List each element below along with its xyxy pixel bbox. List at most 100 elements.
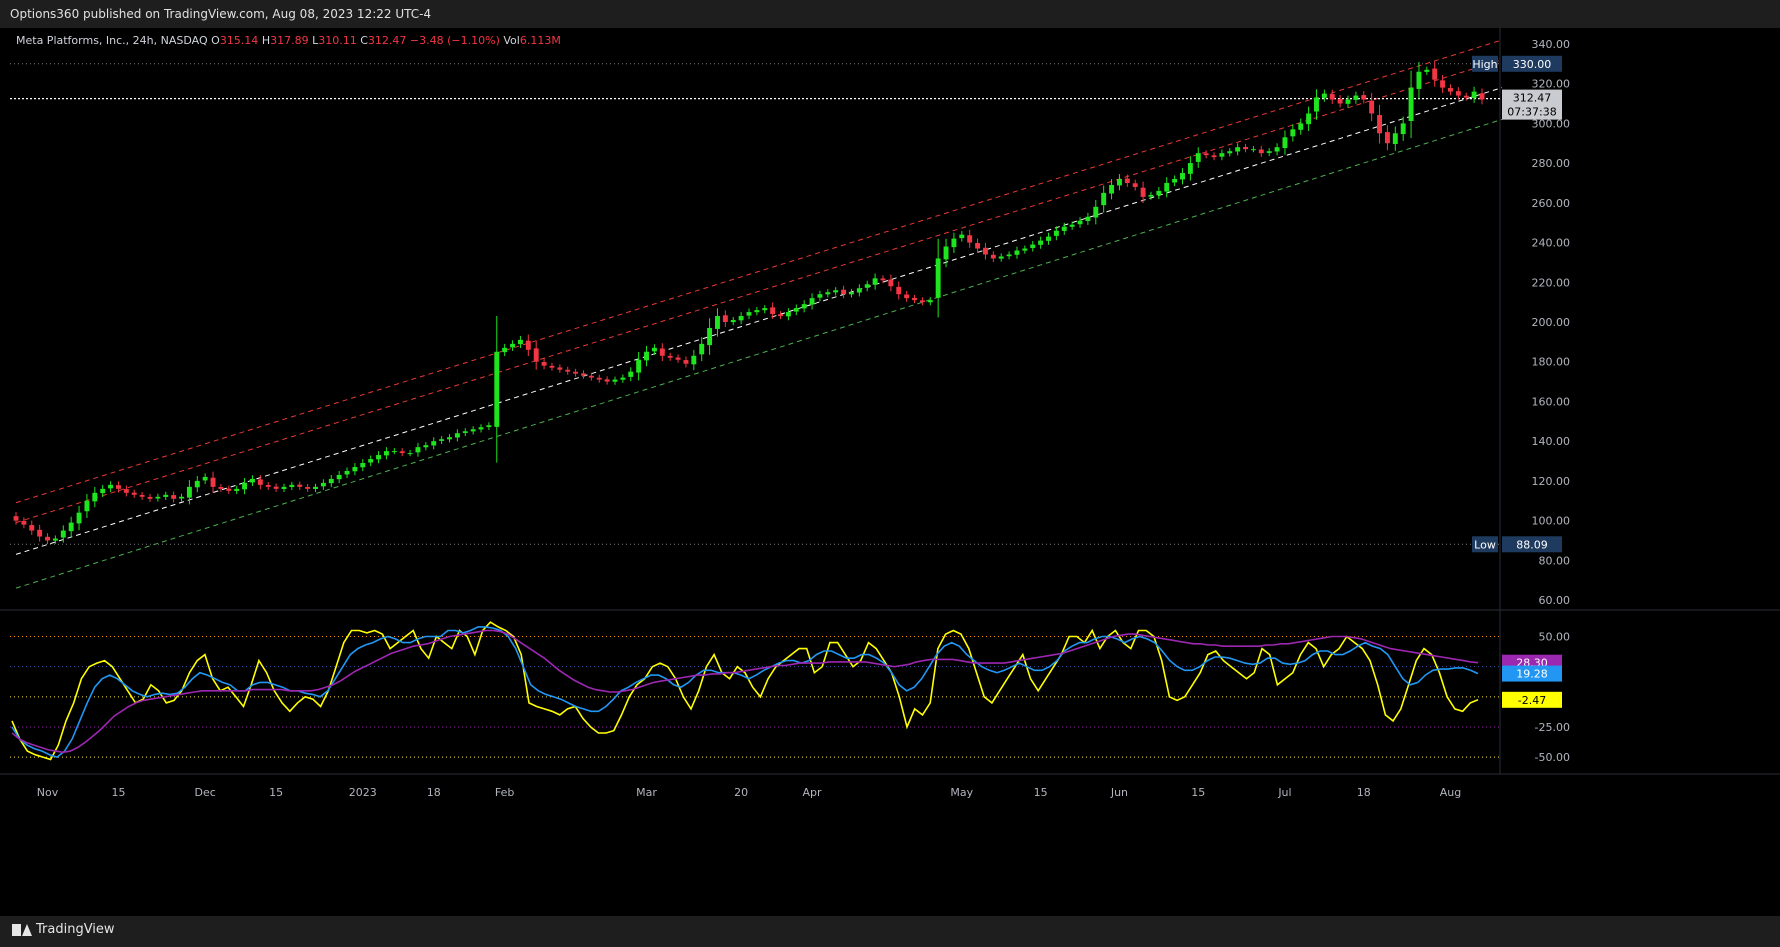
candle [683,356,689,368]
candle-body [1274,147,1280,152]
candle [289,481,295,491]
candle [76,505,82,531]
candle-body [423,445,429,448]
candle [612,376,618,385]
candle [699,337,705,362]
candle-body [754,310,760,313]
candle-body [778,314,783,317]
candle [399,448,405,457]
candle-body [186,486,192,498]
candle [249,475,255,486]
candle [1258,145,1264,157]
candle-body [60,530,66,538]
candle-body [13,516,19,521]
candle [1219,149,1225,161]
candle [1400,116,1406,141]
candle [376,451,382,464]
candle [967,229,973,248]
candle [975,238,981,253]
candle [919,297,925,306]
candle [1298,118,1304,135]
candle-body [1448,87,1453,92]
channel-line-red-upper [15,39,1503,504]
candle [1432,61,1438,87]
high-marker-value: 330.00 [1513,58,1552,71]
price-tick-label: 180.00 [1532,356,1571,369]
candle-body [935,258,941,298]
candle-body [281,486,287,490]
time-axis[interactable]: Nov 15 Dec 15 2023 18 Feb Mar 20 Apr May 15 Jun 15 Jul… [0,773,1780,799]
candle [1101,185,1107,213]
candle-body [1069,224,1075,227]
candle-body [454,433,460,438]
candle-body [896,286,902,295]
candle-body [1109,184,1115,194]
price-tick-label: 260.00 [1532,197,1571,210]
oscillator-pane[interactable]: 50.00-25.00-50.0028.3019.28-2.47 [10,621,1570,764]
candle [628,367,634,382]
price-chart-canvas[interactable]: 340.00320.00300.00280.00260.00240.00220.… [0,28,1780,916]
time-tick-label: 18 [427,786,441,799]
candle-body [801,304,807,309]
candle-body [943,246,949,260]
candle-body [880,278,886,281]
candle-body [249,478,255,483]
candle-body [951,238,957,248]
price-tick-label: 340.00 [1532,38,1571,51]
candle-body [1298,123,1304,130]
candle [951,232,957,254]
candle [715,308,720,337]
candle [1448,84,1453,96]
candle [1227,148,1233,157]
candle-body [1353,95,1359,100]
candle [581,370,586,379]
candle-body [68,522,74,532]
published-text: Options360 published on TradingView.com,… [10,7,432,21]
candle-body [486,425,492,428]
candle [155,493,161,502]
candle [431,437,437,450]
candle [1377,104,1383,144]
candle-body [809,298,815,305]
candle-body [1211,155,1217,158]
candle-body [1061,226,1067,231]
candle [746,308,752,320]
candle-body [762,308,768,311]
candle [1455,87,1461,100]
candle-body [257,479,263,485]
candle-body [588,375,594,378]
candle [1384,125,1390,151]
high-marker-label: High [1472,58,1497,71]
candle [754,307,760,316]
candle-body [478,427,484,430]
candle-body [927,300,933,303]
candle [186,480,192,505]
candle-body [21,520,27,525]
candle [163,491,169,501]
candle-body [447,437,452,440]
candle-body [975,243,981,249]
candle [1116,174,1122,191]
candle-body [1432,68,1438,80]
candle-body [147,496,153,499]
time-tick-label: Jun [1110,786,1128,799]
candle [447,434,452,443]
candle-body [683,360,689,364]
candle-body [620,377,626,380]
candle [1030,240,1036,252]
tradingview-brand[interactable]: TradingView [12,922,115,937]
candle [1164,177,1170,198]
candle [856,284,862,297]
candle [281,483,287,493]
candle-body [549,365,555,368]
candle [817,290,823,302]
candle-body [1337,99,1343,104]
candle [383,447,389,460]
candle-body [108,484,114,489]
candle-body [1455,91,1461,96]
candle [1235,143,1241,156]
candle-body [1306,113,1312,125]
candle [1053,226,1059,241]
candle-body [1164,182,1170,192]
candle-body [234,488,240,491]
